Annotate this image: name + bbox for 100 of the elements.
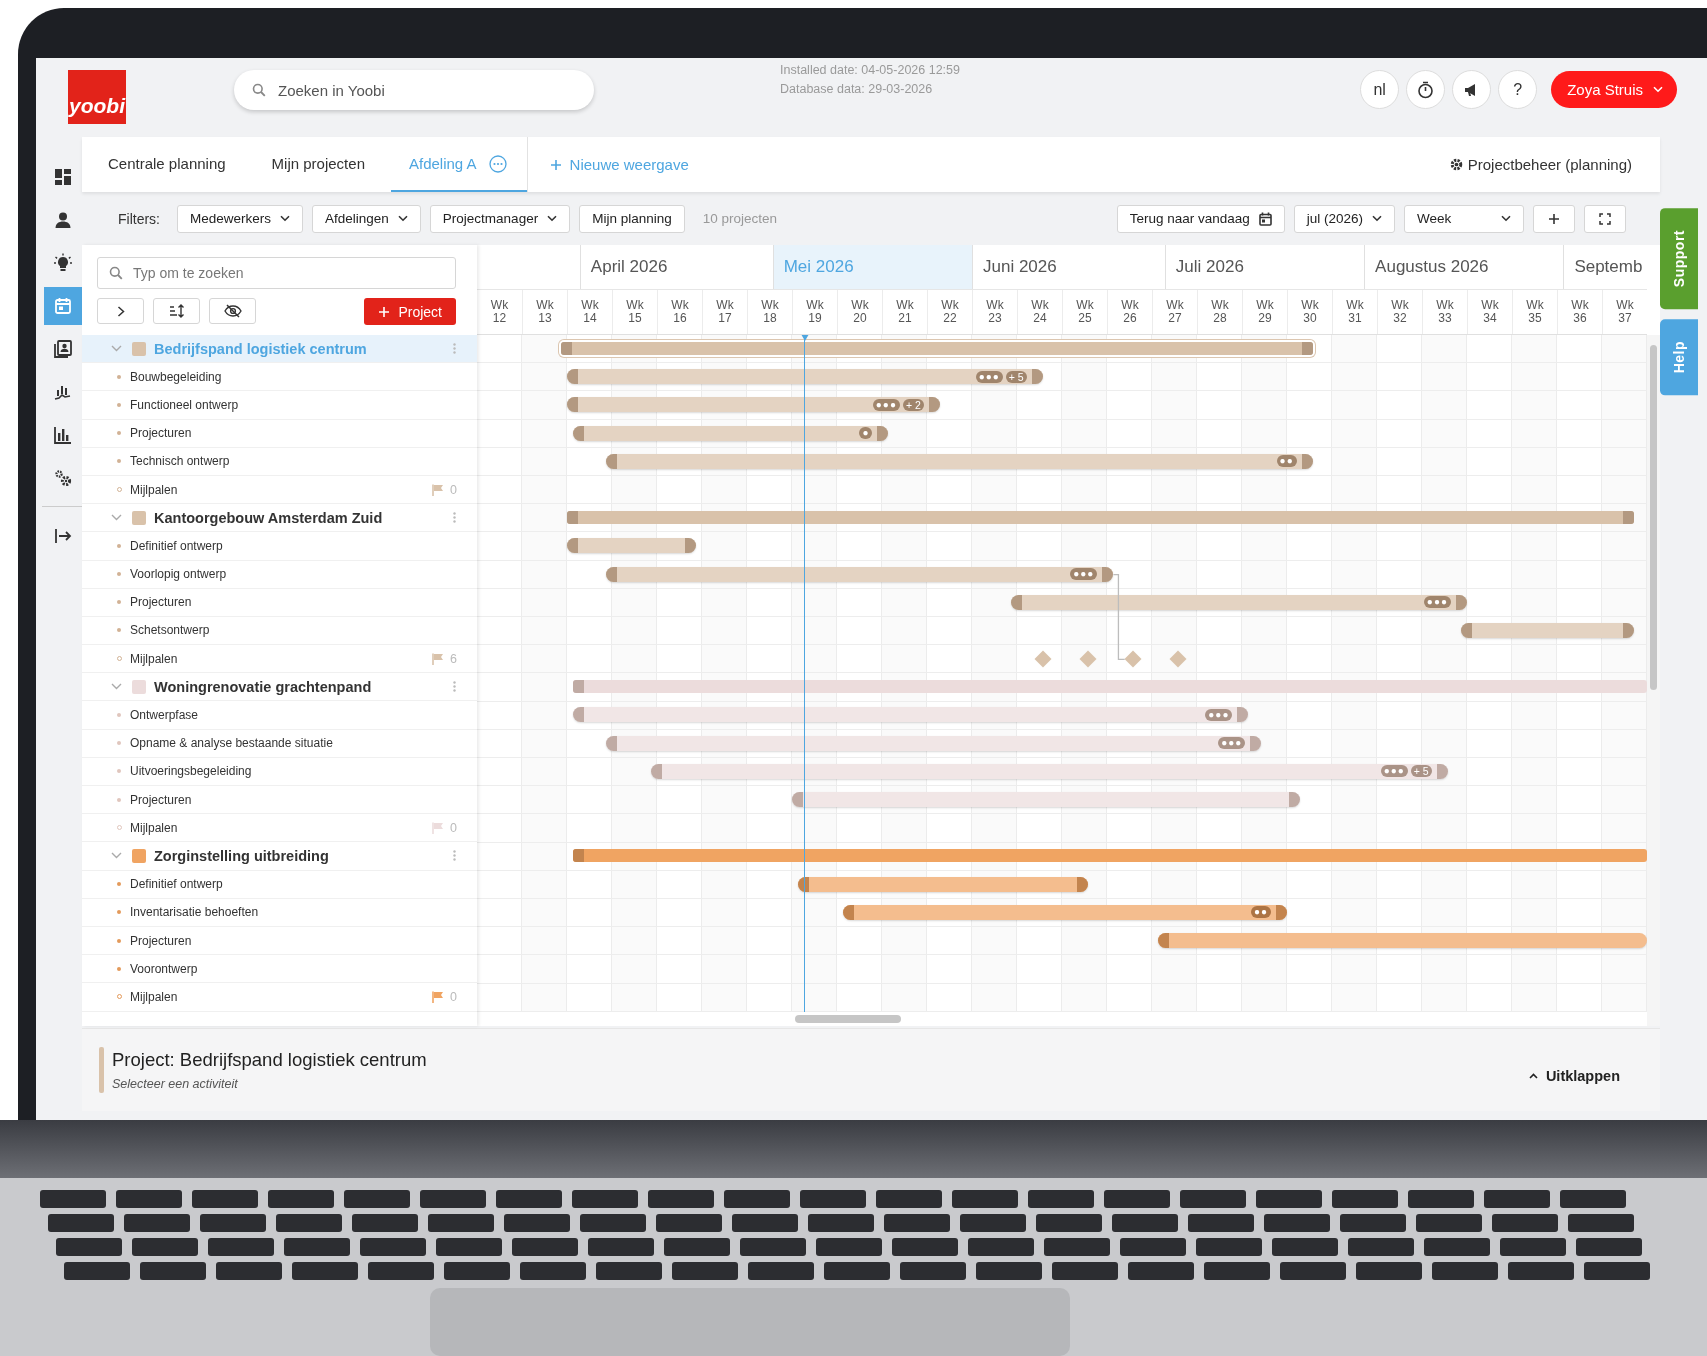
bar-handle[interactable]	[792, 792, 803, 807]
activity-bar[interactable]	[1158, 932, 1647, 948]
bar-handle[interactable]	[1460, 622, 1472, 638]
project-name[interactable]: Zorginstelling uitbreiding	[154, 847, 329, 864]
milestones-label[interactable]: Mijlpalen	[130, 482, 178, 497]
more-options-icon[interactable]	[488, 154, 507, 173]
add-button[interactable]	[1533, 204, 1575, 233]
bar-handle[interactable]	[1623, 511, 1635, 525]
bar-handle[interactable]	[1436, 763, 1448, 779]
bar-handle[interactable]	[928, 397, 940, 413]
activity-name[interactable]: Ontwerpfase	[130, 708, 199, 723]
activity-bar[interactable]: ●●	[843, 904, 1287, 920]
bar-handle[interactable]	[650, 763, 662, 779]
activity-name[interactable]: Voorontwerp	[130, 961, 198, 976]
bar-handle[interactable]	[567, 397, 578, 413]
bar-handle[interactable]	[567, 369, 578, 385]
app-logo[interactable]: yoobi	[68, 70, 126, 124]
activity-name[interactable]: Definitief ontwerp	[130, 538, 223, 553]
project-name[interactable]: Woningrenovatie grachtenpand	[154, 678, 372, 695]
activity-name[interactable]: Schetsontwerp	[130, 623, 210, 638]
bar-handle[interactable]	[1158, 932, 1170, 948]
project-settings-link[interactable]: Projectbeheer (planning)	[1443, 137, 1638, 192]
bar-handle[interactable]	[560, 342, 572, 355]
activity-name[interactable]: Projecturen	[130, 792, 192, 807]
filter-dropdown[interactable]: Projectmanager	[429, 204, 571, 233]
search-field[interactable]: Zoeken in Yoobi	[234, 70, 594, 110]
view-tab[interactable]: Centrale planning	[88, 137, 246, 192]
filter-button[interactable]: Mijn planning	[579, 204, 685, 233]
project-name[interactable]: Kantoorgebouw Amsterdam Zuid	[154, 509, 383, 526]
bar-handle[interactable]	[877, 425, 889, 441]
activity-name[interactable]: Voorlopig ontwerp	[130, 567, 227, 582]
activity-name[interactable]: Projecturen	[130, 595, 192, 610]
kebab-menu-icon[interactable]	[453, 681, 456, 693]
help-button[interactable]: ?	[1498, 70, 1538, 109]
fullscreen-button[interactable]	[1584, 204, 1626, 233]
sort-button[interactable]	[153, 298, 200, 324]
activity-bar[interactable]	[567, 538, 696, 554]
milestones-label[interactable]: Mijlpalen	[130, 820, 178, 835]
expand-panel-button[interactable]: Uitklappen	[1522, 1067, 1626, 1085]
bar-handle[interactable]	[605, 566, 617, 582]
bar-handle[interactable]	[1031, 369, 1043, 385]
activity-name[interactable]: Definitief ontwerp	[130, 877, 223, 892]
bar-handle[interactable]	[573, 680, 585, 694]
project-bar[interactable]	[560, 342, 1313, 355]
vertical-scrollbar[interactable]	[1650, 345, 1657, 690]
activity-name[interactable]: Uitvoeringsbegeleiding	[130, 764, 252, 779]
bar-handle[interactable]	[1301, 342, 1313, 355]
today-button[interactable]: Terug naar vandaag	[1116, 204, 1285, 233]
bar-handle[interactable]	[573, 707, 585, 723]
horizontal-scrollbar[interactable]	[795, 1014, 901, 1023]
calendar-icon[interactable]	[44, 287, 82, 325]
bar-handle[interactable]	[1237, 707, 1249, 723]
view-tab[interactable]: Mijn projecten	[251, 137, 385, 192]
megaphone-button[interactable]	[1452, 70, 1492, 109]
user-menu-button[interactable]: Zoya Struis	[1551, 71, 1677, 108]
filter-dropdown[interactable]: Medewerkers	[177, 204, 304, 233]
expand-button[interactable]	[97, 298, 144, 324]
activity-name[interactable]: Bouwbegeleiding	[130, 369, 222, 384]
milestones-label[interactable]: Mijlpalen	[130, 989, 178, 1004]
filter-dropdown[interactable]: Afdelingen	[312, 204, 421, 233]
milestones-label[interactable]: Mijlpalen	[130, 651, 178, 666]
bar-handle[interactable]	[1250, 735, 1262, 751]
bar-handle[interactable]	[1456, 594, 1467, 610]
bar-handle[interactable]	[605, 735, 617, 751]
activity-bar[interactable]	[1460, 622, 1635, 638]
bar-handle[interactable]	[1102, 566, 1114, 582]
activity-bar[interactable]	[792, 792, 1300, 807]
activity-name[interactable]: Technisch ontwerp	[130, 454, 230, 469]
hide-button[interactable]	[209, 298, 256, 324]
add-project-button[interactable]: Project	[364, 298, 456, 325]
project-bar[interactable]	[573, 849, 1647, 863]
activity-name[interactable]: Functioneel ontwerp	[130, 397, 239, 412]
bar-handle[interactable]	[567, 538, 578, 554]
bar-handle[interactable]	[1276, 904, 1287, 920]
bar-handle[interactable]	[573, 425, 585, 441]
bar-handle[interactable]	[1301, 453, 1313, 469]
bar-handle[interactable]	[1623, 622, 1635, 638]
activity-name[interactable]: Projecturen	[130, 426, 192, 441]
bar-handle[interactable]	[1076, 876, 1088, 892]
bar-handle[interactable]	[573, 849, 585, 863]
activity-bar[interactable]	[798, 876, 1088, 892]
scale-dropdown[interactable]: Week	[1404, 204, 1524, 233]
activity-name[interactable]: Projecturen	[130, 933, 192, 948]
list-search-field[interactable]: Typ om te zoeken	[97, 257, 456, 289]
bar-handle[interactable]	[684, 538, 696, 554]
period-dropdown[interactable]: jul (2026)	[1293, 204, 1395, 233]
bar-handle[interactable]	[843, 904, 855, 920]
bar-handle[interactable]	[1288, 792, 1300, 807]
activity-name[interactable]: Opname & analyse bestaande situatie	[130, 736, 333, 751]
bar-handle[interactable]	[605, 453, 617, 469]
bar-handle[interactable]	[567, 511, 578, 525]
project-bar[interactable]	[573, 680, 1647, 694]
project-bar[interactable]	[567, 511, 1635, 525]
bar-handle[interactable]	[1010, 594, 1022, 610]
kebab-menu-icon[interactable]	[453, 343, 456, 354]
activity-name[interactable]: Inventarisatie behoeften	[130, 905, 259, 920]
stopwatch-button[interactable]	[1406, 70, 1446, 109]
kebab-menu-icon[interactable]	[453, 512, 456, 524]
kebab-menu-icon[interactable]	[453, 850, 456, 862]
language-button[interactable]: nl	[1360, 70, 1400, 109]
